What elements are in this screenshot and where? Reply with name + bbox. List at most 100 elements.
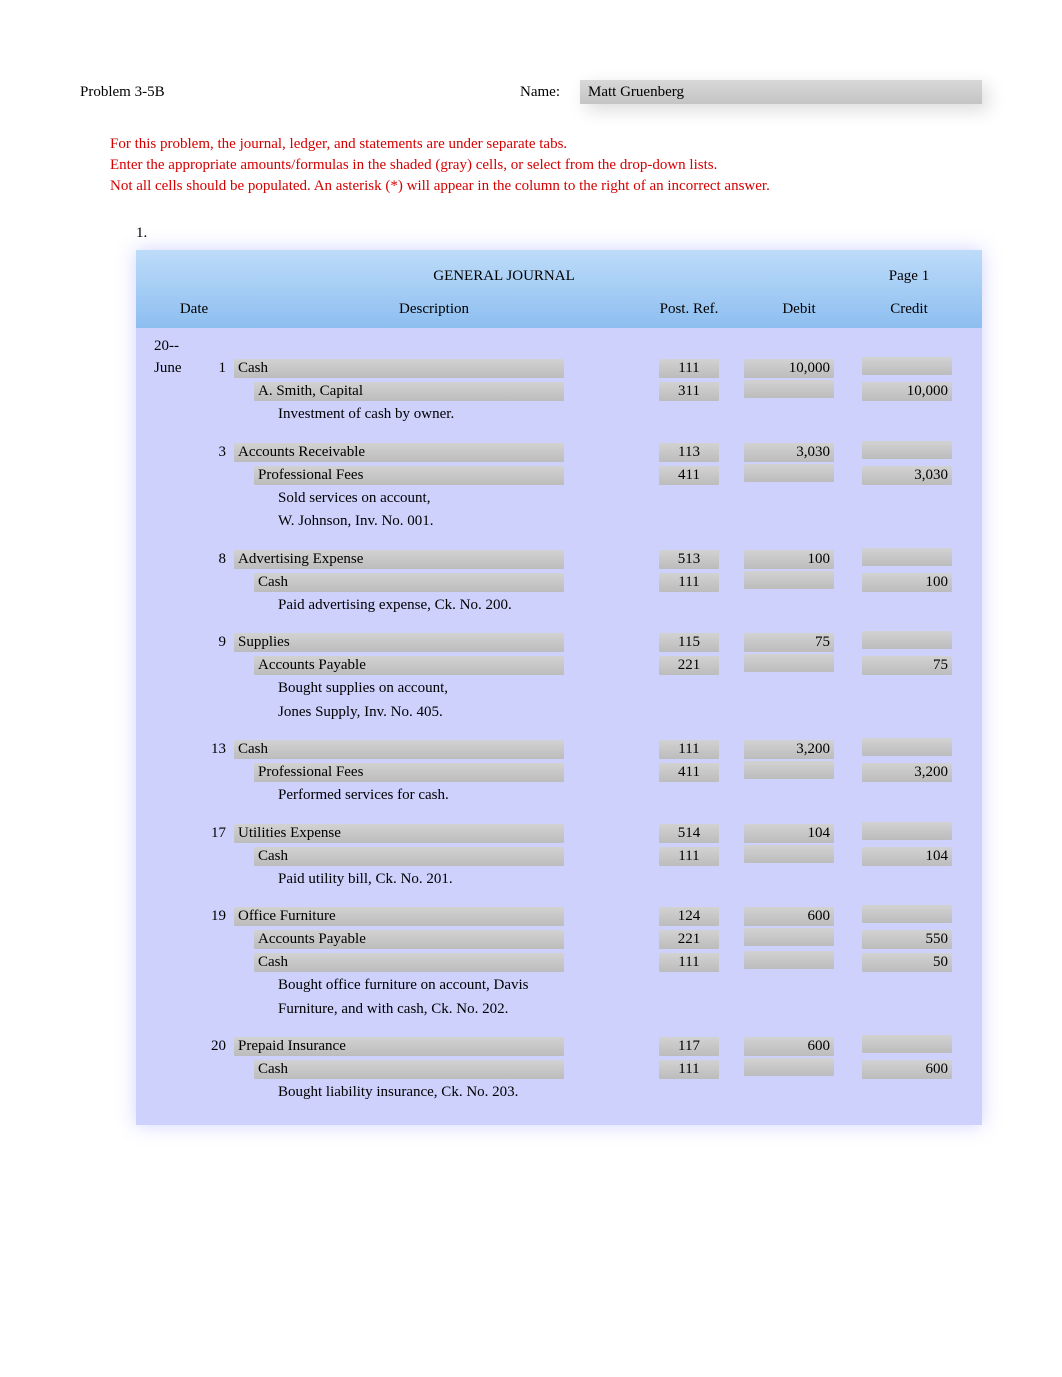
post-ref-input[interactable]: 111: [659, 573, 719, 592]
desc-cell: Cash: [234, 953, 634, 972]
memo-cell: Performed services for cash.: [234, 784, 634, 808]
credit-input[interactable]: [862, 357, 952, 375]
post-ref-input[interactable]: 111: [659, 953, 719, 972]
account-dropdown[interactable]: Cash: [234, 740, 564, 759]
memo-text: Furniture, and with cash, Ck. No. 202.: [278, 998, 634, 1022]
debit-input[interactable]: 104: [744, 824, 834, 843]
credit-input[interactable]: 75: [862, 656, 952, 675]
account-dropdown[interactable]: Cash: [254, 573, 564, 592]
date-day: 13: [198, 741, 234, 758]
account-dropdown[interactable]: Accounts Receivable: [234, 443, 564, 462]
credit-input[interactable]: 50: [862, 953, 952, 972]
credit-input[interactable]: 3,200: [862, 763, 952, 782]
year-label: 20--: [154, 338, 198, 355]
post-ref-input[interactable]: 117: [659, 1037, 719, 1056]
debit-input[interactable]: [744, 951, 834, 969]
post-ref-input[interactable]: 111: [659, 1060, 719, 1079]
account-dropdown[interactable]: Professional Fees: [254, 763, 564, 782]
credit-input[interactable]: 10,000: [862, 382, 952, 401]
debit-input[interactable]: [744, 571, 834, 589]
memo-cell: Paid utility bill, Ck. No. 201.: [234, 868, 634, 892]
debit-input[interactable]: [744, 1058, 834, 1076]
credit-input[interactable]: [862, 441, 952, 459]
desc-cell: Cash: [234, 1060, 634, 1079]
credit-input[interactable]: 100: [862, 573, 952, 592]
post-ref-input[interactable]: 111: [659, 359, 719, 378]
credit-input[interactable]: [862, 738, 952, 756]
memo-cell: Bought liability insurance, Ck. No. 203.: [234, 1081, 634, 1105]
account-dropdown[interactable]: Prepaid Insurance: [234, 1037, 564, 1056]
account-dropdown[interactable]: A. Smith, Capital: [254, 382, 564, 401]
date-day: 19: [198, 908, 234, 925]
journal-header: GENERAL JOURNAL Page 1 Date Description …: [136, 250, 982, 328]
desc-cell: Cash: [234, 359, 634, 378]
credit-input[interactable]: 550: [862, 930, 952, 949]
col-header-credit: Credit: [854, 301, 964, 318]
journal-line: Accounts Payable 221 550: [154, 928, 964, 951]
credit-input[interactable]: [862, 548, 952, 566]
credit-input[interactable]: 104: [862, 847, 952, 866]
debit-cell: 3,200: [744, 740, 854, 759]
account-dropdown[interactable]: Supplies: [234, 633, 564, 652]
debit-input[interactable]: 10,000: [744, 359, 834, 378]
debit-input[interactable]: [744, 845, 834, 863]
account-dropdown[interactable]: Cash: [254, 847, 564, 866]
credit-cell: 50: [854, 953, 964, 972]
account-dropdown[interactable]: Office Furniture: [234, 907, 564, 926]
debit-input[interactable]: [744, 928, 834, 946]
post-ref-input[interactable]: 115: [659, 633, 719, 652]
account-dropdown[interactable]: Accounts Payable: [254, 930, 564, 949]
post-ref-input[interactable]: 124: [659, 907, 719, 926]
post-ref-input[interactable]: 411: [659, 466, 719, 485]
debit-input[interactable]: 100: [744, 550, 834, 569]
post-ref-input[interactable]: 111: [659, 740, 719, 759]
credit-input[interactable]: [862, 905, 952, 923]
post-cell: 111: [634, 1060, 744, 1079]
post-ref-input[interactable]: 221: [659, 656, 719, 675]
account-dropdown[interactable]: Utilities Expense: [234, 824, 564, 843]
account-dropdown[interactable]: Cash: [254, 953, 564, 972]
account-dropdown[interactable]: Cash: [234, 359, 564, 378]
credit-cell: [854, 548, 964, 571]
debit-input[interactable]: 75: [744, 633, 834, 652]
desc-cell: Advertising Expense: [234, 550, 634, 569]
memo-text: Performed services for cash.: [278, 784, 634, 808]
journal-memo-row: Bought liability insurance, Ck. No. 203.: [154, 1081, 964, 1105]
debit-input[interactable]: 600: [744, 1037, 834, 1056]
post-ref-input[interactable]: 113: [659, 443, 719, 462]
debit-input[interactable]: [744, 380, 834, 398]
credit-input[interactable]: [862, 1035, 952, 1053]
post-ref-input[interactable]: 411: [659, 763, 719, 782]
account-dropdown[interactable]: Advertising Expense: [234, 550, 564, 569]
post-ref-input[interactable]: 513: [659, 550, 719, 569]
account-dropdown[interactable]: Accounts Payable: [254, 656, 564, 675]
account-dropdown[interactable]: Cash: [254, 1060, 564, 1079]
credit-cell: [854, 822, 964, 845]
memo-text: Jones Supply, Inv. No. 405.: [278, 701, 634, 725]
memo-text: Paid advertising expense, Ck. No. 200.: [278, 594, 634, 618]
debit-input[interactable]: 600: [744, 907, 834, 926]
debit-input[interactable]: 3,200: [744, 740, 834, 759]
post-ref-input[interactable]: 221: [659, 930, 719, 949]
post-ref-input[interactable]: 514: [659, 824, 719, 843]
debit-cell: 100: [744, 550, 854, 569]
debit-input[interactable]: [744, 761, 834, 779]
post-cell: 111: [634, 359, 744, 378]
debit-cell: [744, 380, 854, 403]
debit-input[interactable]: [744, 464, 834, 482]
journal-memo-row: Paid utility bill, Ck. No. 201.: [154, 868, 964, 892]
credit-cell: 75: [854, 656, 964, 675]
credit-input[interactable]: 600: [862, 1060, 952, 1079]
account-dropdown[interactable]: Professional Fees: [254, 466, 564, 485]
credit-input[interactable]: 3,030: [862, 466, 952, 485]
post-ref-input[interactable]: 311: [659, 382, 719, 401]
student-name-input[interactable]: Matt Gruenberg: [580, 80, 982, 104]
debit-input[interactable]: 3,030: [744, 443, 834, 462]
debit-cell: 75: [744, 633, 854, 652]
date-day: 1: [198, 360, 234, 377]
credit-input[interactable]: [862, 822, 952, 840]
credit-input[interactable]: [862, 631, 952, 649]
journal-line: 19Office Furniture 124 600: [154, 905, 964, 928]
post-ref-input[interactable]: 111: [659, 847, 719, 866]
debit-input[interactable]: [744, 654, 834, 672]
